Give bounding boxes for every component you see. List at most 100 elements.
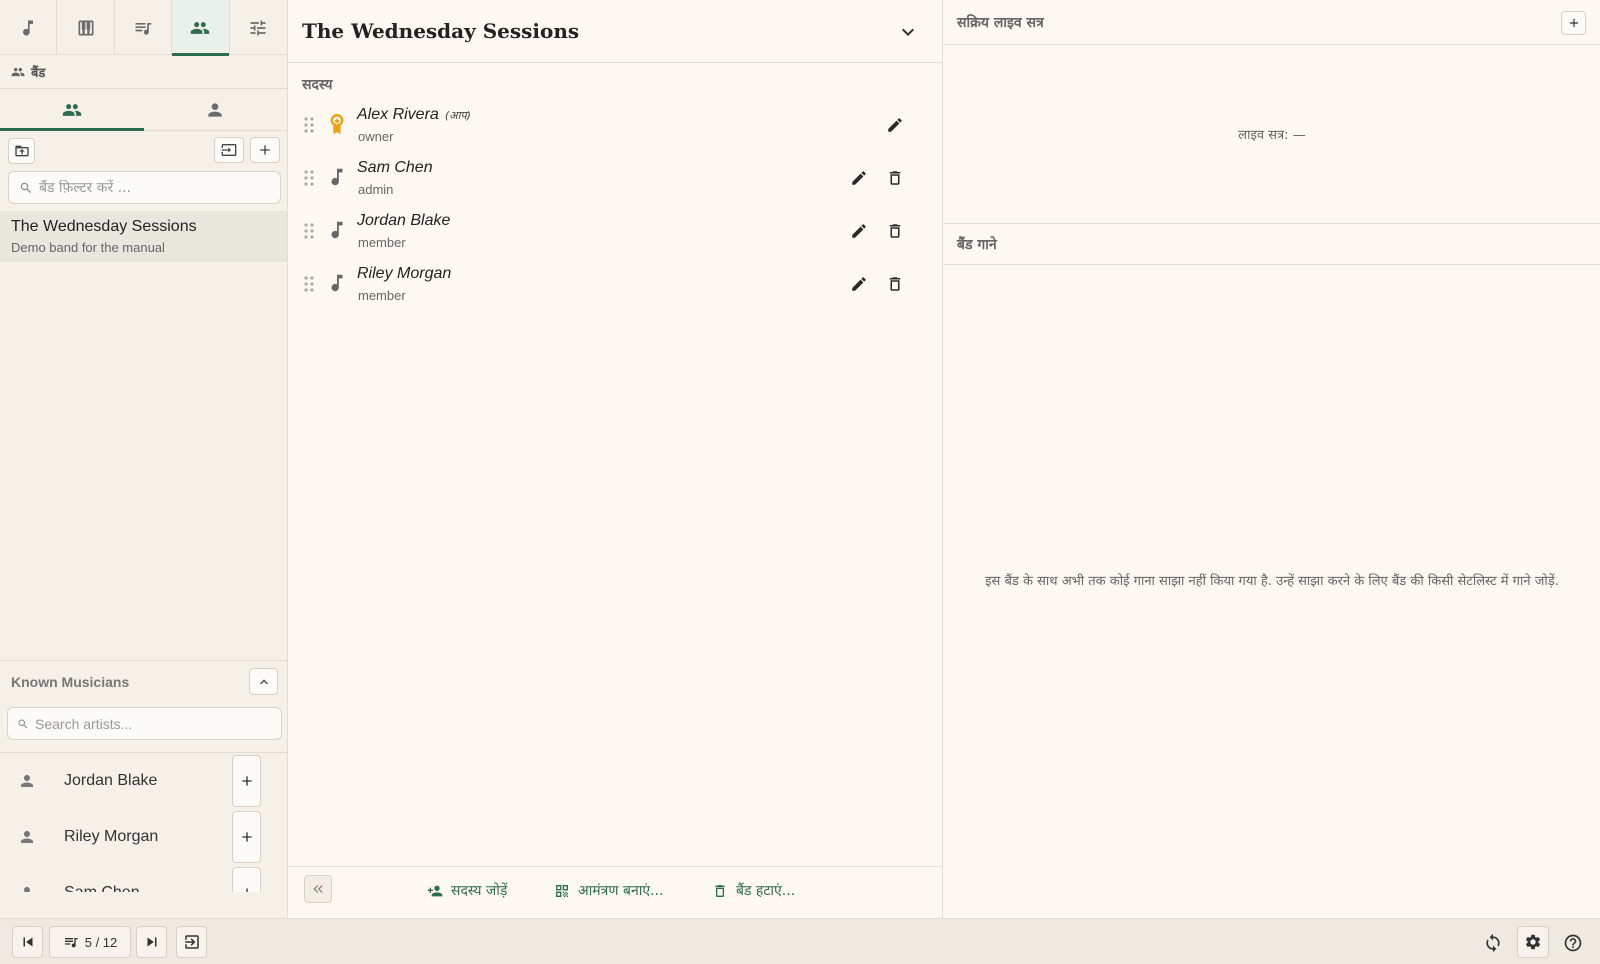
sessions-panel: सक्रिय लाइव सत्र लाइव सत्र: — बैंड गाने … xyxy=(944,0,1600,918)
double-chevron-left-icon xyxy=(313,885,323,893)
pencil-icon xyxy=(888,118,902,132)
trash-icon xyxy=(889,171,901,185)
tune-icon xyxy=(250,20,266,35)
band-sub-tabs xyxy=(0,89,287,131)
band-filter-input[interactable] xyxy=(39,179,269,196)
band-detail-panel: The Wednesday Sessions सदस्य Alex Rivera… xyxy=(288,0,943,918)
exit-button[interactable] xyxy=(176,926,207,958)
known-musicians-title: Known Musicians xyxy=(11,673,130,690)
tab-songs[interactable] xyxy=(0,0,58,55)
add-live-session-button[interactable] xyxy=(1561,11,1586,35)
remove-member-button[interactable] xyxy=(884,220,906,242)
artist-search-field[interactable] xyxy=(7,707,282,740)
add-member-button[interactable]: सदस्य जोड़ें xyxy=(427,881,507,900)
live-sessions-title: सक्रिय लाइव सत्र xyxy=(957,14,1044,31)
skip-next-icon xyxy=(147,937,156,947)
plus-icon xyxy=(241,832,252,842)
setlist-position-button[interactable]: 5 / 12 xyxy=(49,926,131,958)
pencil-icon xyxy=(852,224,866,238)
edit-member-button[interactable] xyxy=(848,220,870,242)
piano-icon xyxy=(78,20,94,35)
band-actions-footer: सदस्य जोड़ें आमंत्रण बनाएं... बैंड हटाएं… xyxy=(288,866,942,918)
tab-instrument[interactable] xyxy=(57,0,115,55)
pencil-icon xyxy=(852,171,866,185)
pencil-icon xyxy=(852,277,866,291)
member-row: Riley Morgan member xyxy=(288,258,942,311)
help-button[interactable] xyxy=(1562,932,1584,954)
band-list-item[interactable]: The Wednesday Sessions Demo band for the… xyxy=(0,211,287,262)
add-musician-button[interactable] xyxy=(232,811,261,863)
band-header: The Wednesday Sessions xyxy=(288,0,942,63)
remove-member-button[interactable] xyxy=(884,273,906,295)
people-icon xyxy=(62,103,81,116)
owner-badge-icon xyxy=(326,113,348,137)
add-musician-button[interactable] xyxy=(232,755,261,807)
delete-band-button[interactable]: बैंड हटाएं... xyxy=(712,881,795,900)
plus-icon xyxy=(241,776,252,786)
band-songs-title: बैंड गाने xyxy=(957,236,997,253)
band-item-name: The Wednesday Sessions xyxy=(11,218,197,235)
search-icon xyxy=(20,182,31,193)
music-note-icon xyxy=(326,219,348,243)
list-item: Sam Chen xyxy=(0,865,287,892)
bottom-toolbar: 5 / 12 xyxy=(0,918,1600,964)
musician-name: Sam Chen xyxy=(64,884,140,892)
list-item: Jordan Blake xyxy=(0,753,287,809)
collapse-sidebar-button[interactable] xyxy=(304,875,332,903)
edit-member-button[interactable] xyxy=(848,167,870,189)
previous-song-button[interactable] xyxy=(12,926,43,958)
archive-button[interactable] xyxy=(8,138,35,164)
member-role: admin xyxy=(358,182,394,197)
drag-handle-icon[interactable] xyxy=(302,222,316,240)
drag-handle-icon[interactable] xyxy=(302,275,316,293)
member-role: owner xyxy=(358,129,394,144)
person-icon xyxy=(18,828,36,846)
add-band-button[interactable] xyxy=(250,137,280,163)
member-name: Sam Chen xyxy=(357,159,433,176)
tab-setlists[interactable] xyxy=(115,0,173,55)
music-note-icon xyxy=(326,166,348,190)
chevron-up-icon xyxy=(259,678,268,684)
band-item-description: Demo band for the manual xyxy=(11,240,165,255)
band-songs-empty-message: इस बैंड के साथ अभी तक कोई गाना साझा नहीं… xyxy=(985,574,1559,589)
member-name: Alex Rivera xyxy=(357,106,439,123)
section-title: बैंड xyxy=(31,65,46,81)
create-invite-button[interactable]: आमंत्रण बनाएं... xyxy=(554,881,663,900)
plus-icon xyxy=(260,145,270,155)
queue-music-icon xyxy=(135,22,152,35)
person-icon xyxy=(18,884,36,892)
left-panel: बैंड The Wednesday Sessions Demo band fo… xyxy=(0,0,288,918)
tab-profile[interactable] xyxy=(144,89,288,130)
next-song-button[interactable] xyxy=(136,926,167,958)
remove-member-button[interactable] xyxy=(884,167,906,189)
tab-my-bands[interactable] xyxy=(0,89,144,131)
gear-icon xyxy=(1525,934,1541,950)
tab-settings[interactable] xyxy=(230,0,287,55)
band-expand-button[interactable] xyxy=(896,20,920,44)
sync-icon xyxy=(1486,933,1500,953)
help-icon xyxy=(1564,934,1582,952)
band-filter-field[interactable] xyxy=(8,171,281,204)
drag-handle-icon[interactable] xyxy=(302,116,316,134)
known-musicians-collapse-button[interactable] xyxy=(249,668,278,695)
edit-member-button[interactable] xyxy=(848,273,870,295)
edit-member-button[interactable] xyxy=(884,114,906,136)
artist-search-input[interactable] xyxy=(35,715,270,732)
settings-button[interactable] xyxy=(1517,926,1549,958)
login-icon xyxy=(221,144,237,156)
person-icon xyxy=(208,102,222,117)
list-item: Riley Morgan xyxy=(0,809,287,865)
people-icon xyxy=(191,21,210,34)
sync-button[interactable] xyxy=(1482,932,1504,954)
known-musicians-list: Jordan Blake Riley Morgan Sam Chen xyxy=(0,752,287,892)
chevron-down-icon xyxy=(902,28,914,36)
drag-handle-icon[interactable] xyxy=(302,169,316,187)
tab-bands[interactable] xyxy=(172,0,230,56)
music-note-icon xyxy=(326,272,348,296)
queue-music-icon xyxy=(64,938,78,948)
create-invite-label: आमंत्रण बनाएं... xyxy=(578,883,664,899)
member-row: Alex Rivera (आप) owner xyxy=(288,99,942,152)
add-member-label: सदस्य जोड़ें xyxy=(451,883,508,899)
join-band-button[interactable] xyxy=(214,137,244,163)
add-musician-button[interactable] xyxy=(232,867,261,892)
